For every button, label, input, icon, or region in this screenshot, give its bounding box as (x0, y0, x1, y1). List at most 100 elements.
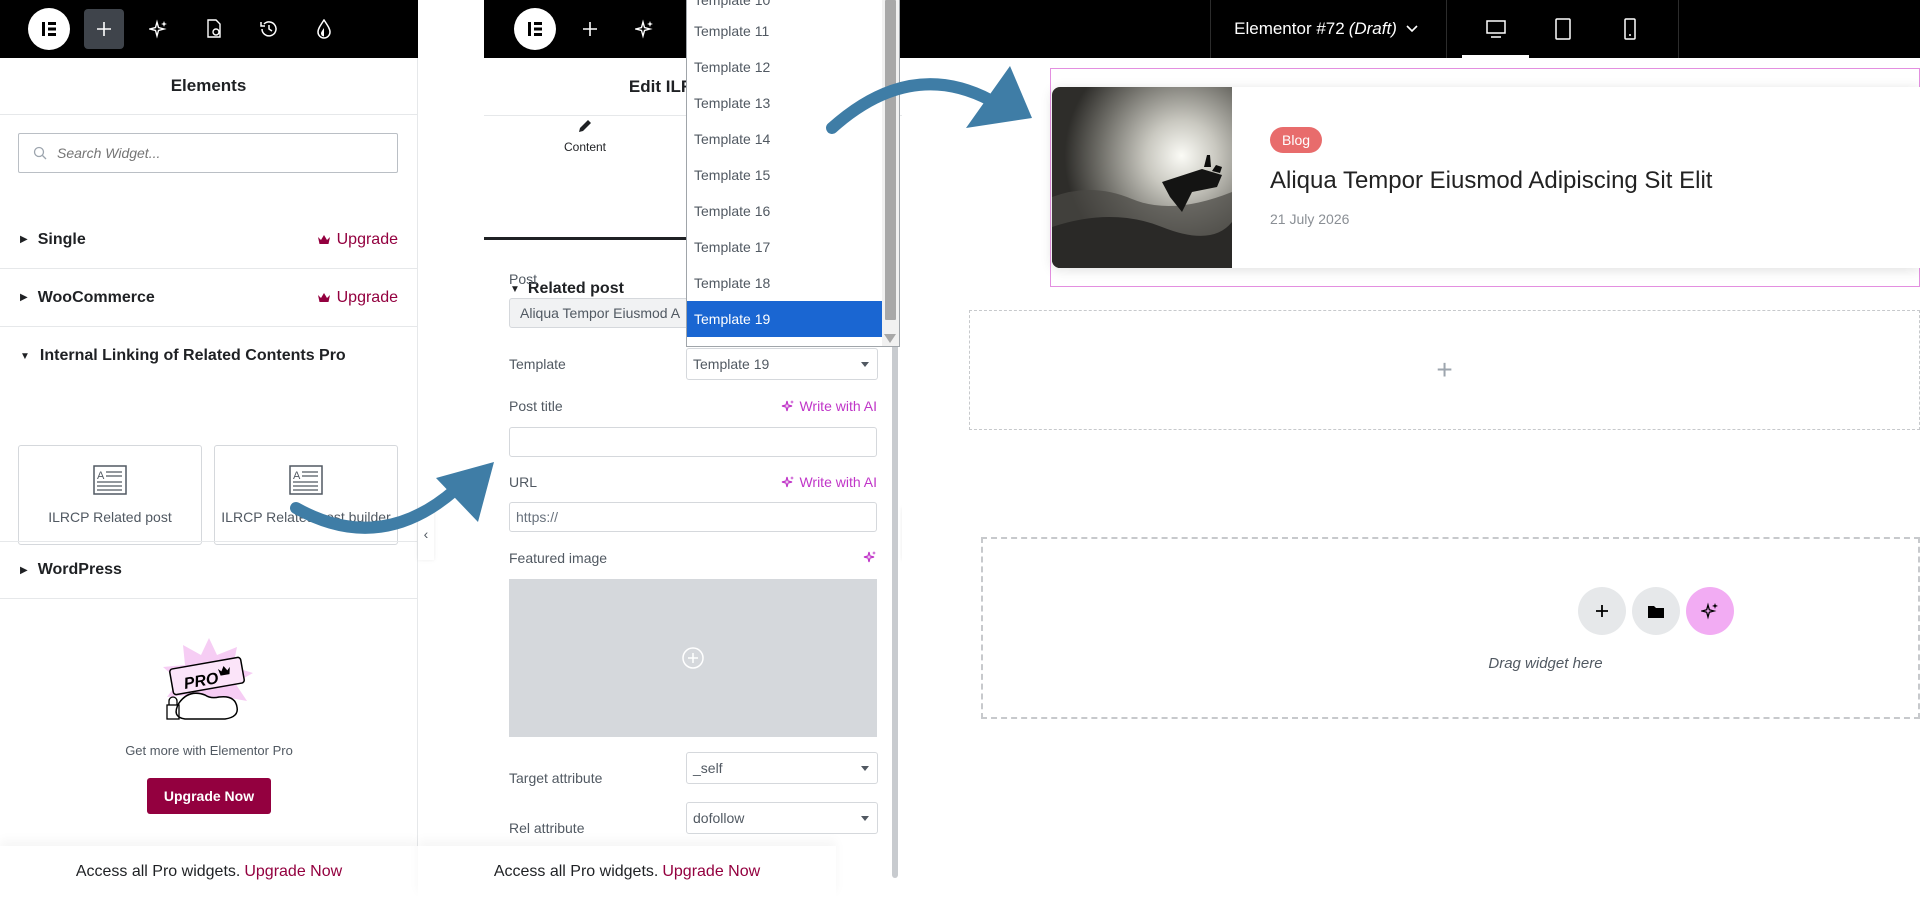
tab-label: Content (563, 140, 607, 154)
category-ilrcp[interactable]: ▼ Internal Linking of Related Contents P… (0, 327, 418, 385)
panel-scrollbar[interactable] (892, 258, 898, 878)
add-element-icon[interactable] (84, 9, 124, 49)
elements-panel: Elements ▶ Single Upgrade ▶ WooCommerce … (0, 58, 418, 898)
category-single[interactable]: ▶ Single Upgrade (0, 211, 418, 269)
rel-attribute-label: Rel attribute (509, 820, 585, 836)
dropdown-option[interactable]: Template 13 (687, 85, 899, 121)
desktop-view-button[interactable] (1462, 0, 1529, 58)
ai-sparkle-icon[interactable] (139, 9, 179, 49)
caret-right-icon: ▶ (20, 564, 28, 576)
desktop-icon (1485, 20, 1506, 38)
write-with-ai-button[interactable]: Write with AI (781, 474, 877, 490)
upgrade-now-button[interactable]: Upgrade Now (147, 778, 271, 814)
ai-generate-button[interactable] (1686, 587, 1734, 635)
post-title[interactable]: Aliqua Tempor Eiusmod Adipiscing Sit Eli… (1270, 167, 1712, 195)
widget-ilrcp-related-post-builder[interactable]: A ILRCP Related post builder (214, 445, 398, 545)
document-title-menu[interactable]: Elementor #72 (Draft) (1210, 0, 1447, 58)
widget-ilrcp-related-post[interactable]: A ILRCP Related post (18, 445, 202, 545)
write-with-ai-label: Write with AI (799, 474, 877, 490)
search-input[interactable] (57, 145, 377, 161)
dropdown-option[interactable]: Template 15 (687, 157, 899, 193)
mobile-view-button[interactable] (1596, 0, 1663, 58)
related-post-card[interactable]: Blog Aliqua Tempor Eiusmod Adipiscing Si… (1052, 87, 1920, 268)
post-date: 21 July 2026 (1270, 211, 1350, 227)
dropdown-option-selected[interactable]: Template 19 (687, 301, 899, 337)
template-select-value: Template 19 (693, 356, 770, 372)
footer-text: Access all Pro widgets. (75, 863, 241, 880)
collapse-panel-button[interactable]: ‹ (418, 508, 434, 560)
dropdown-option[interactable]: Template 12 (687, 49, 899, 85)
option-label: Template 19 (694, 311, 771, 327)
ai-sparkle-icon (863, 551, 876, 563)
caret-down-icon (861, 362, 869, 367)
option-label: Template 10 (694, 0, 771, 8)
pro-footer: Access all Pro widgets. Upgrade Now (0, 846, 418, 898)
write-with-ai-button[interactable]: Write with AI (781, 398, 877, 414)
template-dropdown-list[interactable]: Template 10 Template 11 Template 12 Temp… (686, 0, 900, 347)
url-input[interactable]: https:// (509, 502, 877, 532)
footer-text: Access all Pro widgets. (493, 863, 659, 880)
post-select[interactable]: Aliqua Tempor Eiusmod A (509, 298, 709, 328)
ai-image-button[interactable] (863, 550, 877, 564)
featured-image-picker[interactable] (509, 579, 877, 737)
footer-upgrade-link[interactable]: Upgrade Now (662, 863, 760, 881)
page-settings-icon[interactable] (194, 9, 234, 49)
category-wordpress[interactable]: ▶ WordPress (0, 541, 418, 599)
add-template-button[interactable] (1632, 587, 1680, 635)
elementor-logo-icon[interactable] (28, 8, 70, 50)
site-settings-icon[interactable] (304, 9, 344, 49)
post-title-label: Post title (509, 398, 563, 414)
dropdown-option[interactable]: Template 17 (687, 229, 899, 265)
dropdown-option[interactable]: Template 16 (687, 193, 899, 229)
add-section-icon[interactable]: + (1436, 354, 1452, 386)
caret-right-icon: ▶ (20, 234, 28, 245)
dropdown-scrollbar[interactable] (882, 0, 899, 346)
featured-image-label: Featured image (509, 550, 608, 566)
category-label: Single (37, 230, 86, 248)
rel-attribute-select[interactable]: dofollow (686, 802, 878, 834)
option-label: Template 15 (694, 167, 771, 183)
dropdown-option[interactable]: Template 18 (687, 265, 899, 301)
elementor-logo-icon[interactable] (514, 8, 556, 50)
caret-down-icon: ▼ (20, 350, 30, 362)
chevron-down-icon (1406, 25, 1418, 33)
history-icon[interactable] (249, 9, 289, 49)
search-box[interactable] (18, 133, 398, 173)
widget-drop-zone[interactable]: Drag widget here (981, 537, 1920, 719)
dropdown-option[interactable]: Template 11 (687, 13, 899, 49)
category-badge[interactable]: Blog (1270, 127, 1323, 153)
drag-widget-hint: Drag widget here (1488, 655, 1603, 672)
drop-zone-actions (1578, 587, 1734, 635)
add-image-icon (682, 647, 704, 669)
mobile-icon (1623, 18, 1636, 40)
scroll-down-arrow-icon[interactable] (884, 334, 896, 343)
widget-label: ILRCP Related post builder (221, 509, 391, 525)
dropdown-option[interactable]: Template 10 (687, 0, 899, 13)
upgrade-label: Upgrade (336, 230, 398, 248)
upgrade-link[interactable]: Upgrade (317, 231, 398, 249)
dropdown-option[interactable]: Template 14 (687, 121, 899, 157)
upgrade-link[interactable]: Upgrade (317, 289, 398, 307)
section-label: Related post (527, 280, 624, 297)
category-woocommerce[interactable]: ▶ WooCommerce Upgrade (0, 269, 418, 327)
empty-section[interactable]: + (969, 310, 1920, 430)
caret-right-icon: ▶ (20, 292, 28, 303)
scrollbar-thumb[interactable] (885, 0, 896, 320)
upgrade-label: Upgrade (336, 288, 398, 306)
target-attribute-select[interactable]: _self (686, 752, 878, 784)
crown-icon (317, 292, 330, 302)
svg-text:A: A (293, 470, 301, 482)
document-status: (Draft) (1348, 19, 1397, 38)
document-name: Elementor #72 (1234, 19, 1345, 38)
add-element-icon[interactable] (570, 9, 610, 49)
add-section-button[interactable] (1578, 587, 1626, 635)
option-label: Template 12 (694, 59, 771, 75)
option-label: Template 17 (694, 239, 771, 255)
template-select[interactable]: Template 19 (686, 348, 878, 380)
tablet-view-button[interactable] (1529, 0, 1596, 58)
footer-upgrade-link[interactable]: Upgrade Now (244, 863, 342, 881)
ai-sparkle-icon[interactable] (625, 9, 665, 49)
divider (1678, 0, 1679, 58)
tab-content[interactable]: Content (484, 116, 686, 240)
post-title-input[interactable] (509, 427, 877, 457)
